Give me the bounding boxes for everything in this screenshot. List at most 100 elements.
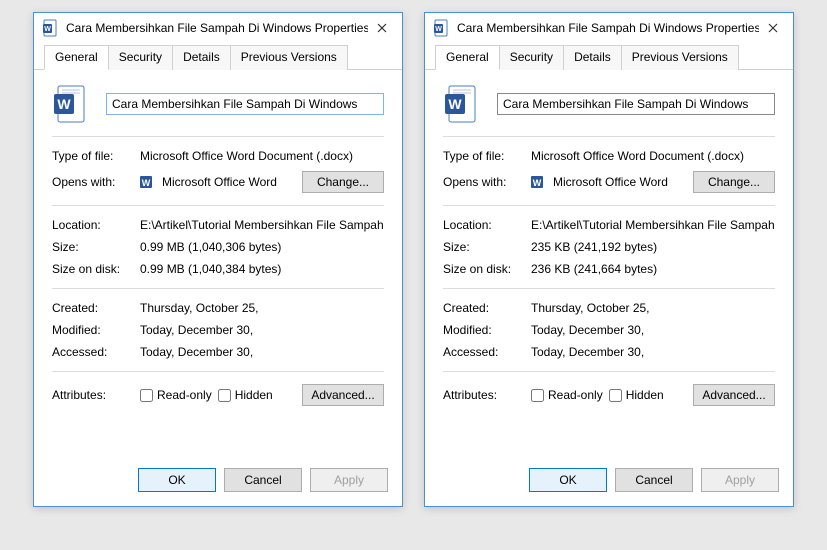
apply-button[interactable]: Apply (701, 468, 779, 492)
readonly-checkbox[interactable]: Read-only (140, 388, 212, 402)
created-value: Thursday, October 25, (140, 301, 384, 315)
separator (52, 371, 384, 372)
type-label: Type of file: (443, 149, 531, 163)
apply-button[interactable]: Apply (310, 468, 388, 492)
accessed-label: Accessed: (443, 345, 531, 359)
hidden-checkbox-input[interactable] (218, 389, 231, 402)
hidden-checkbox[interactable]: Hidden (218, 388, 273, 402)
properties-dialog-right: W Cara Membersihkan File Sampah Di Windo… (424, 12, 794, 507)
hidden-checkbox-input[interactable] (609, 389, 622, 402)
tab-security[interactable]: Security (108, 45, 173, 70)
tab-content: W Type of file: Microsoft Office Word Do… (425, 70, 793, 458)
close-button[interactable] (368, 17, 396, 39)
modified-value: Today, December 30, (531, 323, 775, 337)
readonly-label: Read-only (157, 388, 212, 402)
separator (443, 371, 775, 372)
advanced-button[interactable]: Advanced... (693, 384, 775, 406)
accessed-value: Today, December 30, (531, 345, 775, 359)
svg-text:W: W (57, 96, 71, 112)
titlebar: W Cara Membersihkan File Sampah Di Windo… (425, 13, 793, 43)
created-value: Thursday, October 25, (531, 301, 775, 315)
cancel-button[interactable]: Cancel (615, 468, 693, 492)
created-label: Created: (443, 301, 531, 315)
word-doc-icon: W (42, 19, 60, 37)
opens-with-value: Microsoft Office Word (553, 175, 668, 189)
readonly-label: Read-only (548, 388, 603, 402)
dialog-footer: OK Cancel Apply (34, 458, 402, 506)
created-label: Created: (52, 301, 140, 315)
attributes-label: Attributes: (52, 388, 140, 402)
titlebar: W Cara Membersihkan File Sampah Di Windo… (34, 13, 402, 43)
size-on-disk-value: 0.99 MB (1,040,384 bytes) (140, 262, 384, 276)
ok-button[interactable]: OK (529, 468, 607, 492)
word-doc-large-icon: W (443, 84, 479, 124)
size-label: Size: (52, 240, 140, 254)
readonly-checkbox-input[interactable] (531, 389, 544, 402)
change-button[interactable]: Change... (302, 171, 384, 193)
tab-previous-versions[interactable]: Previous Versions (621, 45, 739, 70)
type-value: Microsoft Office Word Document (.docx) (140, 149, 384, 163)
separator (52, 288, 384, 289)
svg-text:W: W (533, 178, 542, 188)
svg-text:W: W (44, 26, 51, 33)
readonly-checkbox-input[interactable] (140, 389, 153, 402)
properties-dialog-left: W Cara Membersihkan File Sampah Di Windo… (33, 12, 403, 507)
word-doc-icon: W (433, 19, 451, 37)
modified-value: Today, December 30, (140, 323, 384, 337)
tab-general[interactable]: General (44, 45, 109, 70)
word-app-icon: W (140, 174, 156, 190)
filename-input[interactable] (497, 93, 775, 115)
svg-text:W: W (142, 178, 151, 188)
dialog-footer: OK Cancel Apply (425, 458, 793, 506)
attributes-label: Attributes: (443, 388, 531, 402)
svg-text:W: W (448, 96, 462, 112)
svg-text:W: W (435, 26, 442, 33)
location-value: E:\Artikel\Tutorial Membersihkan File Sa… (140, 218, 384, 232)
cancel-button[interactable]: Cancel (224, 468, 302, 492)
window-title: Cara Membersihkan File Sampah Di Windows… (457, 21, 759, 35)
word-doc-large-icon: W (52, 84, 88, 124)
tab-details[interactable]: Details (563, 45, 622, 70)
separator (443, 205, 775, 206)
tab-security[interactable]: Security (499, 45, 564, 70)
filename-input[interactable] (106, 93, 384, 115)
type-label: Type of file: (52, 149, 140, 163)
advanced-button[interactable]: Advanced... (302, 384, 384, 406)
opens-with-value: Microsoft Office Word (162, 175, 277, 189)
accessed-label: Accessed: (52, 345, 140, 359)
tab-row: General Security Details Previous Versio… (34, 45, 402, 70)
size-on-disk-label: Size on disk: (443, 262, 531, 276)
location-label: Location: (52, 218, 140, 232)
separator (443, 288, 775, 289)
change-button[interactable]: Change... (693, 171, 775, 193)
size-on-disk-value: 236 KB (241,664 bytes) (531, 262, 775, 276)
location-label: Location: (443, 218, 531, 232)
separator (52, 205, 384, 206)
readonly-checkbox[interactable]: Read-only (531, 388, 603, 402)
separator (443, 136, 775, 137)
hidden-checkbox[interactable]: Hidden (609, 388, 664, 402)
tab-previous-versions[interactable]: Previous Versions (230, 45, 348, 70)
location-value: E:\Artikel\Tutorial Membersihkan File Sa… (531, 218, 775, 232)
window-title: Cara Membersihkan File Sampah Di Windows… (66, 21, 368, 35)
tab-details[interactable]: Details (172, 45, 231, 70)
hidden-label: Hidden (626, 388, 664, 402)
tab-general[interactable]: General (435, 45, 500, 70)
modified-label: Modified: (443, 323, 531, 337)
type-value: Microsoft Office Word Document (.docx) (531, 149, 775, 163)
ok-button[interactable]: OK (138, 468, 216, 492)
separator (52, 136, 384, 137)
modified-label: Modified: (52, 323, 140, 337)
opens-with-label: Opens with: (52, 175, 140, 189)
tab-content: W Type of file: Microsoft Office Word Do… (34, 70, 402, 458)
tab-row: General Security Details Previous Versio… (425, 45, 793, 70)
size-on-disk-label: Size on disk: (52, 262, 140, 276)
hidden-label: Hidden (235, 388, 273, 402)
opens-with-label: Opens with: (443, 175, 531, 189)
size-label: Size: (443, 240, 531, 254)
accessed-value: Today, December 30, (140, 345, 384, 359)
word-app-icon: W (531, 174, 547, 190)
size-value: 0.99 MB (1,040,306 bytes) (140, 240, 384, 254)
close-button[interactable] (759, 17, 787, 39)
size-value: 235 KB (241,192 bytes) (531, 240, 775, 254)
